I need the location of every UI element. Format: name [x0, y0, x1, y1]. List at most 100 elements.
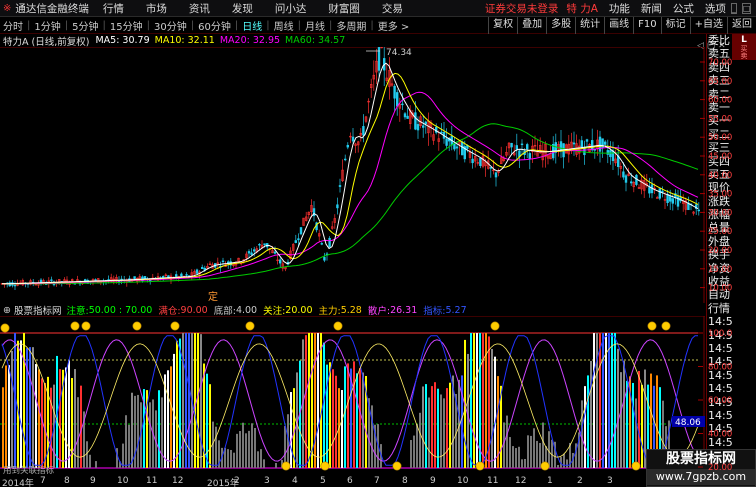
indicator-name[interactable]: 股票指标网: [14, 303, 62, 317]
maximize-icon[interactable]: □: [741, 2, 752, 14]
indicator-bar: [200, 334, 202, 468]
indicator-bar: [74, 369, 76, 468]
side-label-9: 买四: [708, 154, 730, 168]
cursor-value: 48.06: [675, 418, 701, 428]
menu-discover[interactable]: 发现: [232, 1, 253, 16]
period-daily[interactable]: 日线: [239, 18, 265, 33]
period-15min[interactable]: 15分钟: [107, 18, 146, 33]
period-1min[interactable]: 1分钟: [31, 18, 63, 33]
candle-body: [351, 136, 355, 142]
side-label-30: 14:5: [708, 435, 732, 449]
indicator-bar: [599, 333, 601, 468]
indicator-bar: [137, 394, 139, 468]
candle-body: [401, 103, 404, 106]
candle-body: [580, 140, 584, 148]
menu-options[interactable]: 选项: [705, 1, 726, 16]
ma20-value: MA20: 32.95: [219, 35, 281, 46]
indicator-bar: [335, 375, 337, 468]
signal-smiley-icon: [490, 321, 500, 331]
menu-market[interactable]: 市场: [146, 1, 167, 16]
indicator-bottom-label: 底部:: [213, 306, 236, 317]
indicator-gear-icon[interactable]: ⊕: [3, 305, 11, 316]
toolbar-f10[interactable]: F10: [633, 17, 660, 34]
menu-news[interactable]: 资讯: [189, 1, 210, 16]
candle-body: [629, 181, 633, 184]
candle-body: [471, 158, 474, 164]
period-weekly[interactable]: 周线: [271, 18, 297, 33]
side-label-23: 14:5: [708, 341, 732, 355]
login-warning[interactable]: 证券交易未登录: [485, 1, 559, 16]
indicator-bar: [308, 333, 310, 468]
app-logo-icon: ※: [3, 2, 12, 14]
period-5min[interactable]: 5分钟: [69, 18, 101, 33]
indicator-index-value: 5.27: [445, 304, 467, 316]
toolbar-add-watchlist[interactable]: +自选: [689, 17, 727, 34]
level2-badge[interactable]: L 买 卖: [732, 34, 756, 60]
indicator-bar: [536, 440, 538, 468]
indicator-bar: [38, 369, 40, 468]
candle-body: [346, 144, 349, 148]
candle-body: [406, 115, 409, 119]
toolbar-stats[interactable]: 统计: [575, 17, 604, 34]
candle-body: [343, 158, 347, 161]
indicator-bar: [548, 431, 550, 468]
date-label: 6: [347, 476, 353, 486]
period-60min[interactable]: 60分钟: [195, 18, 234, 33]
indicator-bar: [590, 360, 592, 468]
menu-trade[interactable]: 交易: [382, 1, 403, 16]
signal-smiley-icon: [81, 321, 91, 331]
date-axis: 2014年 7 8 9 10 11 12 2015年 2 3 4 5 6 7 8 9 10 11 12 1 2 3: [0, 476, 706, 487]
minimize-icon[interactable]: _: [730, 2, 737, 14]
indicator-bar: [602, 333, 604, 468]
toolbar-adjust[interactable]: 复权: [488, 17, 517, 34]
candle-body: [697, 209, 701, 212]
menu-quotes[interactable]: 行情: [103, 1, 124, 16]
kline-chart[interactable]: 74.34 定: [0, 47, 705, 303]
indicator-bar: [32, 347, 34, 468]
candle-body: [221, 260, 225, 263]
date-label: 4: [292, 476, 298, 486]
indicator-bar: [314, 333, 316, 468]
indicator-bar: [89, 454, 91, 468]
period-monthly[interactable]: 月线: [302, 18, 328, 33]
period-multi[interactable]: 多周期: [333, 18, 369, 33]
menu-formula[interactable]: 公式: [673, 1, 694, 16]
period-more[interactable]: 更多 >: [375, 18, 413, 33]
menu-wealth[interactable]: 财富圈: [328, 1, 360, 16]
indicator-bar: [125, 415, 127, 468]
ma20-line: [2, 91, 699, 285]
indicator-bar: [182, 333, 184, 468]
side-label-12: 涨跌: [708, 194, 730, 208]
toolbar-multi-stock[interactable]: 多股: [546, 17, 575, 34]
date-label: 1: [547, 476, 553, 486]
side-label-14: 总量: [708, 221, 730, 235]
side-label-21: 14:5: [708, 315, 732, 329]
menu-function[interactable]: 功能: [609, 1, 630, 16]
candle-body: [598, 136, 602, 152]
toolbar-overlay[interactable]: 叠加: [517, 17, 546, 34]
toolbar-back[interactable]: 返回: [727, 17, 756, 34]
indicator-bar: [230, 449, 232, 468]
signal-smiley-icon: [647, 321, 657, 331]
period-intraday[interactable]: 分时: [0, 18, 26, 33]
date-label: 2: [234, 476, 240, 486]
indicator-bar: [8, 365, 10, 468]
period-30min[interactable]: 30分钟: [151, 18, 190, 33]
side-label-10: 买五: [708, 167, 730, 181]
side-label-5: 卖一: [708, 100, 730, 114]
side-label-11: 现价: [708, 181, 730, 195]
indicator-bar: [356, 373, 358, 468]
indicator-bar: [614, 333, 616, 468]
chart-title: 特力A (日线,前复权): [3, 36, 90, 48]
side-label-26: 14:5: [708, 382, 732, 396]
side-label-28: 14:5: [708, 408, 732, 422]
indicator-bar: [320, 333, 322, 468]
date-label: 12: [172, 476, 184, 486]
menu-ask[interactable]: 问小达: [275, 1, 307, 16]
signal-smiley-icon: [475, 461, 485, 471]
indicator-chart[interactable]: 48.06 用到关联指标: [0, 316, 705, 476]
toolbar-draw[interactable]: 画线: [604, 17, 633, 34]
side-label-15: 外盘: [708, 234, 730, 248]
toolbar-mark[interactable]: 标记: [660, 17, 690, 34]
menu-news-right[interactable]: 新闻: [641, 1, 662, 16]
